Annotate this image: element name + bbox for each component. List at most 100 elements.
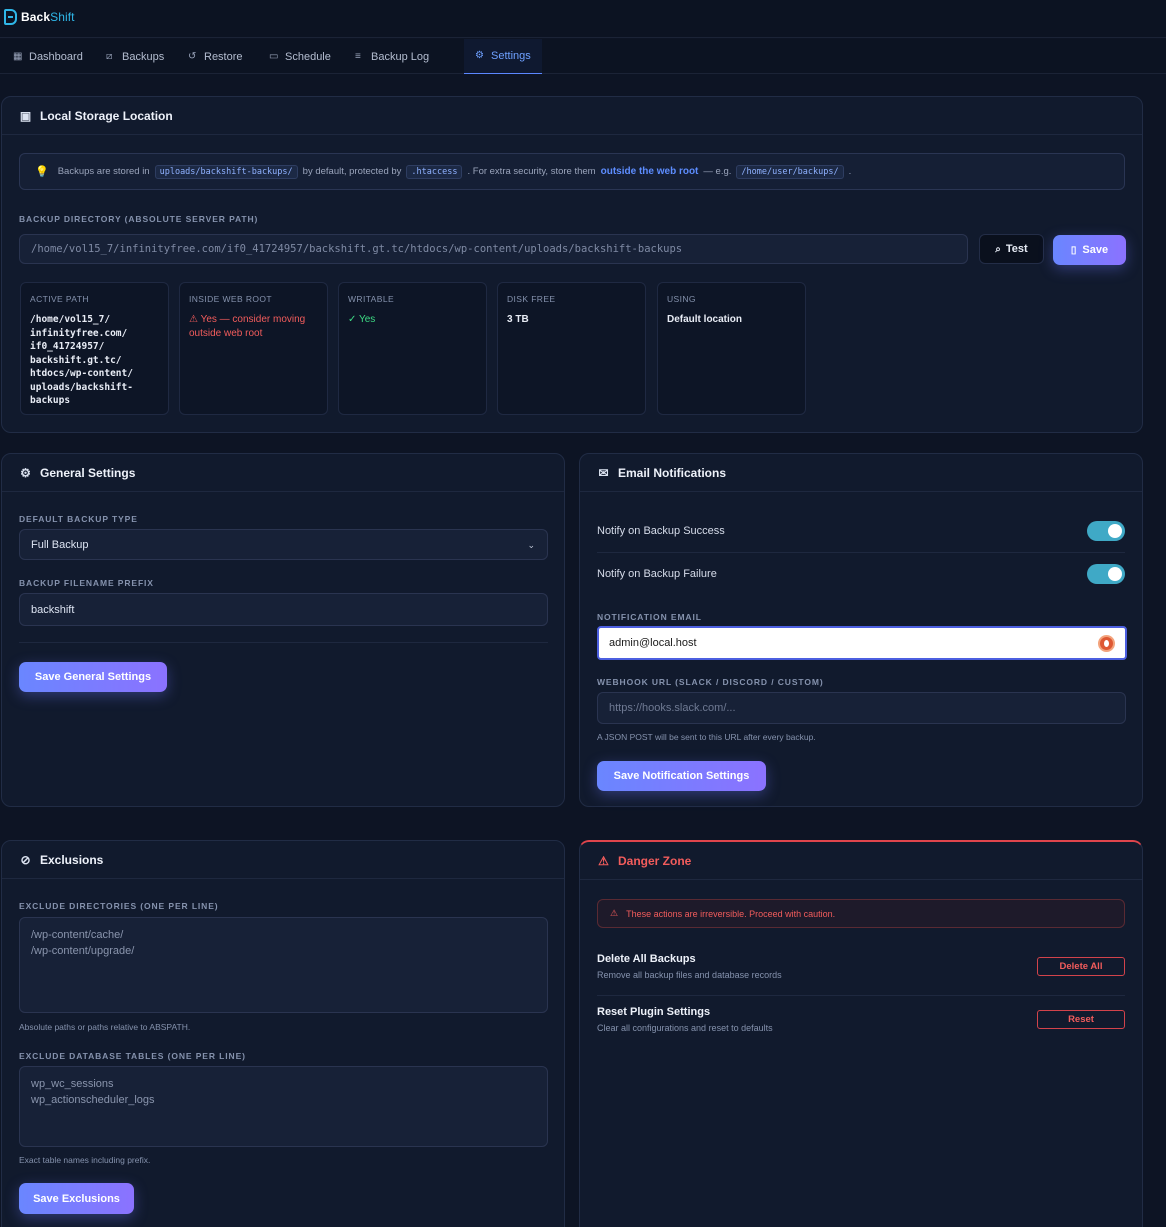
reset-button[interactable]: Reset xyxy=(1037,1010,1125,1029)
grid-icon: ▦ xyxy=(13,50,23,62)
local-storage-card: ▣ Local Storage Location 💡 Backups are s… xyxy=(1,96,1143,433)
info-text-2: by default, protected by xyxy=(302,166,402,177)
webhook-hint: A JSON POST will be sent to this URL aft… xyxy=(597,732,816,742)
mail-icon: ✉ xyxy=(598,465,609,480)
delete-all-button[interactable]: Delete All xyxy=(1037,957,1125,976)
info-code-default-path: uploads/backshift-backups/ xyxy=(154,164,298,179)
general-settings-card: ⚙ General Settings Default Backup Type F… xyxy=(1,453,565,807)
stat-writable: WRITABLE ✓ Yes xyxy=(338,282,487,415)
danger-alert: ⚠ These actions are irreversible. Procee… xyxy=(597,899,1125,928)
exclude-directories-textarea[interactable]: /wp-content/cache/ /wp-content/upgrade/ xyxy=(19,917,548,1013)
save-exclusions-button[interactable]: Save Exclusions xyxy=(19,1183,134,1214)
archive-icon: ⧄ xyxy=(106,50,113,62)
exclusions-title: Exclusions xyxy=(40,852,104,867)
exclusions-header: ⊘ Exclusions xyxy=(2,841,564,879)
webhook-url-input[interactable]: https://hooks.slack.com/... xyxy=(597,692,1126,724)
stat-active-path: ACTIVE PATH /home/vol15_7/ infinityfree.… xyxy=(20,282,169,415)
default-backup-type-select[interactable]: Full Backup ⌄ xyxy=(19,529,548,560)
local-storage-header: ▣ Local Storage Location xyxy=(2,97,1142,135)
notify-failure-toggle[interactable] xyxy=(1087,564,1125,584)
stat-active-path-value: /home/vol15_7/ infinityfree.com/ if0_417… xyxy=(30,314,133,406)
general-settings-header: ⚙ General Settings xyxy=(2,454,564,492)
tab-backups[interactable]: ⧄ Backups xyxy=(106,39,164,74)
tab-settings-label: Settings xyxy=(491,50,531,62)
info-text-1: Backups are stored in xyxy=(57,166,150,177)
danger-divider xyxy=(597,995,1125,996)
stat-disk-free: DISK FREE 3 TB xyxy=(497,282,646,415)
tab-dashboard[interactable]: ▦ Dashboard xyxy=(13,39,83,74)
danger-zone-card: ⚠ Danger Zone ⚠ These actions are irreve… xyxy=(579,840,1143,1227)
default-backup-type-value: Full Backup xyxy=(31,538,89,551)
notification-email-input[interactable]: admin@local.host xyxy=(597,626,1127,660)
stat-inside-web-root-value: ⚠ Yes — consider moving outside web root xyxy=(189,314,306,339)
save-notification-settings-button[interactable]: Save Notification Settings xyxy=(597,761,766,791)
restore-icon: ↺ xyxy=(188,50,197,62)
tab-schedule-label: Schedule xyxy=(285,50,331,63)
general-settings-title: General Settings xyxy=(40,465,136,480)
backup-directory-input[interactable]: /home/vol15_7/infinityfree.com/if0_41724… xyxy=(19,234,968,264)
bookmark-icon: ▯ xyxy=(1070,244,1077,256)
app-logo[interactable]: BackShift xyxy=(4,9,75,25)
danger-alert-text: These actions are irreversible. Proceed … xyxy=(626,908,836,919)
danger-zone-title: Danger Zone xyxy=(618,853,692,868)
main-nav: ▦ Dashboard ⧄ Backups ↺ Restore ▭ Schedu… xyxy=(0,39,1166,74)
save-general-settings-button[interactable]: Save General Settings xyxy=(19,662,167,692)
lightbulb-icon: 💡 xyxy=(35,166,49,178)
filename-prefix-label: Backup Filename Prefix xyxy=(19,578,154,588)
delete-all-backups-subtitle: Remove all backup files and database rec… xyxy=(597,970,782,980)
gear-icon: ⚙ xyxy=(20,465,31,480)
exclude-directories-label: Exclude Directories (One Per Line) xyxy=(19,901,219,911)
stat-inside-web-root-label: INSIDE WEB ROOT xyxy=(189,294,272,304)
tab-backup-log-label: Backup Log xyxy=(371,50,430,63)
stat-writable-value: ✓ Yes xyxy=(348,314,376,325)
logo-text-shift: Shift xyxy=(50,10,75,24)
exclusions-card: ⊘ Exclusions Exclude Directories (One Pe… xyxy=(1,840,565,1227)
webhook-url-label: Webhook URL (Slack / Discord / Custom) xyxy=(597,677,824,687)
stat-disk-free-value: 3 TB xyxy=(507,314,529,325)
duckduckgo-autofill-icon[interactable] xyxy=(1098,635,1115,652)
filename-prefix-input[interactable]: backshift xyxy=(19,593,548,626)
notify-success-toggle[interactable] xyxy=(1087,521,1125,541)
storage-info-banner: 💡 Backups are stored in uploads/backshif… xyxy=(19,153,1125,190)
warning-icon: ⚠ xyxy=(610,908,619,918)
reset-plugin-settings-title: Reset Plugin Settings xyxy=(597,1006,711,1018)
eye-off-icon: ⊘ xyxy=(20,852,31,867)
tab-settings[interactable]: ⚙ Settings xyxy=(464,39,542,74)
list-icon: ≡ xyxy=(355,50,361,62)
delete-all-backups-title: Delete All Backups xyxy=(597,953,696,965)
stat-active-path-label: ACTIVE PATH xyxy=(30,294,89,304)
tab-restore[interactable]: ↺ Restore xyxy=(188,39,243,74)
notify-divider xyxy=(597,552,1125,553)
calendar-icon: ▭ xyxy=(269,50,279,62)
stat-disk-free-label: DISK FREE xyxy=(507,294,556,304)
notification-email-label: Notification Email xyxy=(597,612,702,622)
backshift-logo-icon xyxy=(4,9,17,25)
notification-email-value: admin@local.host xyxy=(609,637,697,649)
outside-web-root-link[interactable]: outside the web root xyxy=(601,166,699,177)
save-directory-label: Save xyxy=(1082,244,1109,256)
notify-success-row: Notify on Backup Success xyxy=(597,520,1125,542)
notify-failure-row: Notify on Backup Failure xyxy=(597,563,1125,585)
test-button[interactable]: ⌕ Test xyxy=(979,234,1044,264)
storage-icon: ▣ xyxy=(19,108,32,123)
tab-backup-log[interactable]: ≡ Backup Log xyxy=(355,39,429,74)
tab-schedule[interactable]: ▭ Schedule xyxy=(269,39,331,74)
reset-plugin-settings-subtitle: Clear all configurations and reset to de… xyxy=(597,1023,773,1033)
stat-using-value: Default location xyxy=(667,314,743,325)
tab-restore-label: Restore xyxy=(204,50,243,63)
backup-directory-label: Backup Directory (Absolute Server Path) xyxy=(19,214,259,224)
email-notifications-card: ✉ Email Notifications Notify on Backup S… xyxy=(579,453,1143,807)
info-text-4: — e.g. xyxy=(703,166,732,177)
exclude-tables-textarea[interactable]: wp_wc_sessions wp_actionscheduler_logs xyxy=(19,1066,548,1147)
info-text-5: . xyxy=(848,166,852,177)
logo-text-back: Back xyxy=(21,10,51,24)
test-button-label: Test xyxy=(1005,243,1028,255)
info-code-htaccess: .htaccess xyxy=(406,164,463,179)
exclude-tables-label: Exclude Database Tables (One Per Line) xyxy=(19,1051,246,1061)
general-divider xyxy=(19,642,548,643)
tab-dashboard-label: Dashboard xyxy=(29,50,83,63)
search-icon: ⌕ xyxy=(995,243,1001,255)
save-directory-button[interactable]: ▯ Save xyxy=(1053,235,1126,265)
notify-success-label: Notify on Backup Success xyxy=(597,525,725,537)
exclude-directories-hint: Absolute paths or paths relative to ABSP… xyxy=(19,1022,191,1032)
